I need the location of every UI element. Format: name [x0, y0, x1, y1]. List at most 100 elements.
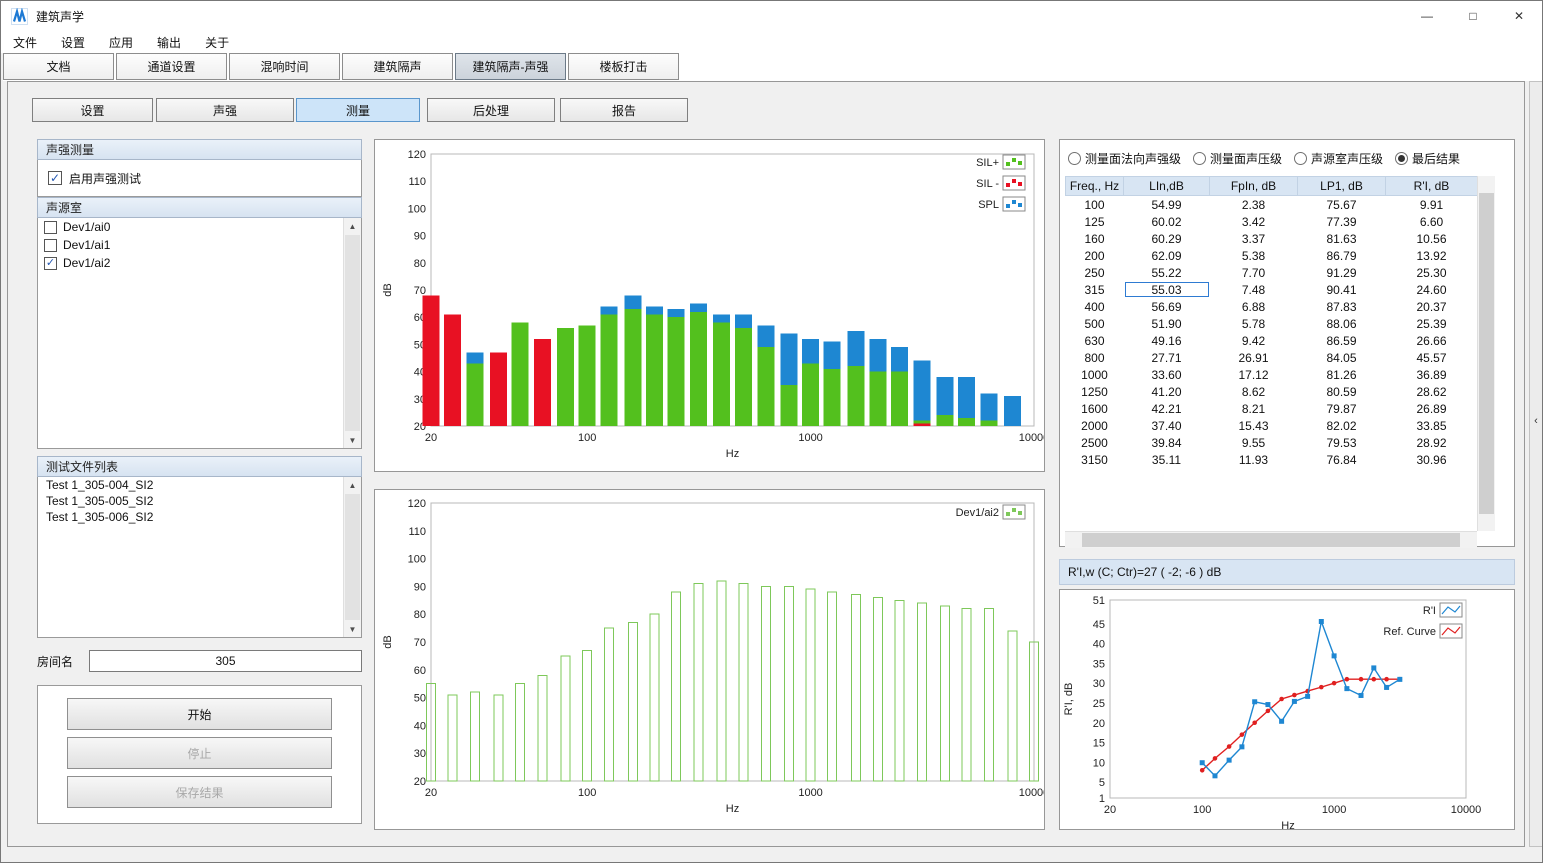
table-cell[interactable]: 125 — [1066, 213, 1124, 230]
table-cell[interactable]: 15.43 — [1210, 417, 1298, 434]
table-cell[interactable]: 28.92 — [1386, 434, 1478, 451]
scroll-left-button[interactable] — [1065, 532, 1081, 548]
sub-tab[interactable]: 测量 — [296, 98, 420, 122]
channel-checkbox[interactable] — [44, 221, 57, 234]
table-horizontal-scrollbar[interactable] — [1065, 531, 1477, 548]
result-view-radio[interactable]: 最后结果 — [1395, 150, 1460, 167]
sub-tab[interactable]: 报告 — [560, 98, 688, 122]
scroll-down-button[interactable] — [1478, 515, 1495, 531]
table-cell[interactable]: 7.70 — [1210, 264, 1298, 281]
start-button[interactable]: 开始 — [67, 698, 332, 730]
channel-checkbox[interactable] — [44, 239, 57, 252]
table-cell[interactable]: 25.39 — [1386, 315, 1478, 332]
scroll-up-button[interactable]: ▲ — [344, 477, 361, 493]
scroll-thumb[interactable] — [1082, 533, 1460, 547]
table-cell[interactable]: 62.09 — [1124, 247, 1210, 264]
result-view-radio[interactable]: 测量面法向声强级 — [1068, 150, 1181, 167]
table-cell[interactable]: 41.20 — [1124, 383, 1210, 400]
table-cell[interactable]: 33.85 — [1386, 417, 1478, 434]
table-cell[interactable]: 2000 — [1066, 417, 1124, 434]
table-vertical-scrollbar[interactable] — [1477, 176, 1495, 531]
table-cell[interactable]: 400 — [1066, 298, 1124, 315]
scroll-thumb[interactable] — [345, 235, 360, 431]
table-cell[interactable]: 17.12 — [1210, 366, 1298, 383]
scroll-up-button[interactable]: ▲ — [344, 218, 361, 234]
table-cell[interactable]: 90.41 — [1298, 281, 1386, 298]
channel-row[interactable]: ✓Dev1/ai2 — [38, 254, 361, 272]
table-row[interactable]: 63049.169.4286.5926.66 — [1066, 332, 1478, 349]
table-row[interactable]: 315035.1111.9376.8430.96 — [1066, 451, 1478, 468]
table-row[interactable]: 100033.6017.1281.2636.89 — [1066, 366, 1478, 383]
collapse-panel-button[interactable]: ‹ — [1530, 408, 1542, 434]
table-cell[interactable]: 27.71 — [1124, 349, 1210, 366]
table-cell[interactable]: 45.57 — [1386, 349, 1478, 366]
list-vertical-scrollbar[interactable]: ▲▼ — [343, 218, 361, 448]
doc-tab[interactable]: 建筑隔声-声强 — [455, 53, 566, 80]
table-row[interactable]: 16060.293.3781.6310.56 — [1066, 230, 1478, 247]
doc-tab[interactable]: 混响时间 — [229, 53, 340, 80]
table-row[interactable]: 80027.7126.9184.0545.57 — [1066, 349, 1478, 366]
table-cell[interactable]: 3.37 — [1210, 230, 1298, 247]
table-cell[interactable]: 84.05 — [1298, 349, 1386, 366]
table-cell[interactable]: 10.56 — [1386, 230, 1478, 247]
table-row[interactable]: 12560.023.4277.396.60 — [1066, 213, 1478, 230]
menu-item[interactable]: 应用 — [97, 32, 145, 53]
scroll-thumb[interactable] — [1479, 193, 1494, 514]
minimize-button[interactable]: — — [1404, 1, 1450, 31]
table-cell[interactable]: 25.30 — [1386, 264, 1478, 281]
table-cell[interactable]: 100 — [1066, 196, 1124, 214]
table-row[interactable]: 200037.4015.4382.0233.85 — [1066, 417, 1478, 434]
spl-spectrum-chart[interactable]: 203040506070809010011012020100100010000d… — [375, 490, 1044, 829]
list-vertical-scrollbar[interactable]: ▲▼ — [343, 477, 361, 637]
table-cell[interactable]: 2.38 — [1210, 196, 1298, 214]
si-spectrum-chart[interactable]: 203040506070809010011012020100100010000d… — [375, 140, 1044, 471]
table-cell[interactable]: 8.21 — [1210, 400, 1298, 417]
table-cell[interactable]: 9.42 — [1210, 332, 1298, 349]
table-cell[interactable]: 56.69 — [1124, 298, 1210, 315]
table-cell[interactable]: 30.96 — [1386, 451, 1478, 468]
table-header-cell[interactable]: R'I, dB — [1386, 177, 1478, 196]
table-cell[interactable]: 1250 — [1066, 383, 1124, 400]
table-cell[interactable]: 77.39 — [1298, 213, 1386, 230]
table-cell[interactable]: 60.02 — [1124, 213, 1210, 230]
table-cell[interactable]: 75.67 — [1298, 196, 1386, 214]
table-row[interactable]: 25055.227.7091.2925.30 — [1066, 264, 1478, 281]
table-header-cell[interactable]: Freq., Hz — [1066, 177, 1124, 196]
table-cell[interactable]: 5.38 — [1210, 247, 1298, 264]
table-cell[interactable]: 9.91 — [1386, 196, 1478, 214]
table-cell[interactable]: 33.60 — [1124, 366, 1210, 383]
table-cell[interactable]: 800 — [1066, 349, 1124, 366]
table-header-cell[interactable]: LP1, dB — [1298, 177, 1386, 196]
menu-item[interactable]: 设置 — [49, 32, 97, 53]
table-cell[interactable]: 26.89 — [1386, 400, 1478, 417]
table-cell[interactable]: 26.66 — [1386, 332, 1478, 349]
table-cell[interactable]: 5.78 — [1210, 315, 1298, 332]
table-cell[interactable]: 81.63 — [1298, 230, 1386, 247]
channel-row[interactable]: Dev1/ai1 — [38, 236, 361, 254]
table-cell[interactable]: 55.03 — [1124, 281, 1210, 298]
table-cell[interactable]: 11.93 — [1210, 451, 1298, 468]
table-cell[interactable]: 9.55 — [1210, 434, 1298, 451]
table-cell[interactable]: 86.79 — [1298, 247, 1386, 264]
table-cell[interactable]: 60.29 — [1124, 230, 1210, 247]
table-cell[interactable]: 82.02 — [1298, 417, 1386, 434]
table-cell[interactable]: 51.90 — [1124, 315, 1210, 332]
table-cell[interactable]: 1000 — [1066, 366, 1124, 383]
scroll-up-button[interactable] — [1478, 176, 1495, 192]
table-cell[interactable]: 36.89 — [1386, 366, 1478, 383]
table-cell[interactable]: 55.22 — [1124, 264, 1210, 281]
table-cell[interactable]: 76.84 — [1298, 451, 1386, 468]
test-file-item[interactable]: Test 1_305-006_SI2 — [38, 509, 361, 525]
doc-tab[interactable]: 建筑隔声 — [342, 53, 453, 80]
table-cell[interactable]: 20.37 — [1386, 298, 1478, 315]
enable-si-checkbox[interactable]: ✓ — [48, 171, 62, 185]
table-cell[interactable]: 8.62 — [1210, 383, 1298, 400]
table-cell[interactable]: 39.84 — [1124, 434, 1210, 451]
table-cell[interactable]: 80.59 — [1298, 383, 1386, 400]
table-row[interactable]: 20062.095.3886.7913.92 — [1066, 247, 1478, 264]
channel-row[interactable]: Dev1/ai0 — [38, 218, 361, 236]
table-cell[interactable]: 42.21 — [1124, 400, 1210, 417]
sub-tab[interactable]: 设置 — [32, 98, 153, 122]
table-cell[interactable]: 87.83 — [1298, 298, 1386, 315]
table-row[interactable]: 160042.218.2179.8726.89 — [1066, 400, 1478, 417]
